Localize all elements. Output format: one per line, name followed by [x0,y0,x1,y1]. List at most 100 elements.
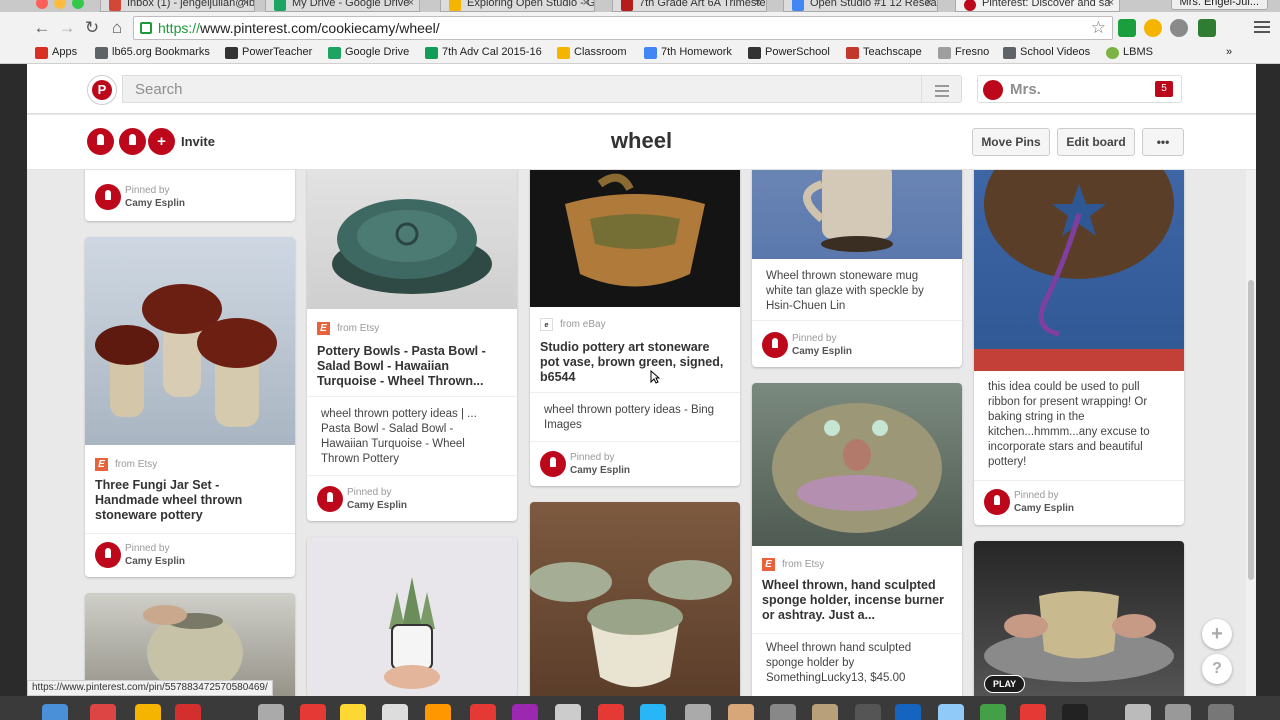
bookmark-classroom[interactable]: Classroom [557,46,627,59]
forward-arrow-icon[interactable]: → [57,18,77,38]
more-options-button[interactable]: ••• [1142,128,1184,156]
browser-tab-open-studio-research[interactable]: Open Studio #1 12 Resear × [783,0,938,12]
pin-card[interactable]: Pinned by Camy Esplin [85,164,295,221]
home-icon[interactable]: ⌂ [107,18,127,38]
help-icon[interactable]: ? [1202,654,1232,684]
minimize-window-icon[interactable] [54,0,66,9]
bookmark-lbms[interactable]: LBMS [1106,46,1153,59]
notification-badge[interactable]: 5 [1155,81,1173,97]
pin-title[interactable]: Three Fungi Jar Set - Handmade wheel thr… [95,478,280,523]
browser-tab-pinterest[interactable]: Pinterest: Discover and sa × [955,0,1120,12]
pin-source[interactable]: Efrom Etsy [95,458,157,471]
move-pins-button[interactable]: Move Pins [972,128,1050,156]
app-icon[interactable] [512,704,538,720]
pin-image-stoneware-pot[interactable] [530,164,740,307]
bookmark-teachscape[interactable]: Teachscape [846,46,922,59]
pin-card[interactable]: Efrom Etsy Three Fungi Jar Set - Handmad… [85,237,295,577]
trash-icon[interactable] [1208,704,1234,720]
app-icon[interactable] [1165,704,1191,720]
bookmark-fresno[interactable]: Fresno [938,46,989,59]
pin-card[interactable]: Wheel thrown stoneware mug white tan gla… [752,164,962,367]
app-icon[interactable] [175,704,201,720]
app-icon[interactable] [1020,704,1046,720]
pin-image-sponge-holder[interactable] [752,383,962,546]
close-tab-icon[interactable]: × [583,0,589,9]
add-pin-icon[interactable]: + [1202,619,1232,649]
app-icon[interactable] [1062,704,1088,720]
bookmark-star-icon[interactable]: ☆ [1091,18,1106,38]
pin-card[interactable]: Efrom Etsy Wheel thrown, hand sculpted s… [752,383,962,696]
stickies-icon[interactable] [340,704,366,720]
app-icon[interactable] [980,704,1006,720]
pin-image-video-throwing[interactable]: PLAY [974,541,1184,696]
pin-card[interactable]: this idea could be used to pull ribbon f… [974,164,1184,525]
close-tab-icon[interactable]: × [1108,0,1114,9]
extension-recycle-icon[interactable] [1170,19,1188,37]
pin-image-speckled-mug[interactable] [752,164,962,259]
app-icon[interactable] [855,704,881,720]
pin-card[interactable] [307,537,517,696]
pin-card[interactable] [530,502,740,696]
app-icon[interactable] [685,704,711,720]
profile-button[interactable]: Mrs. 5 [977,75,1182,103]
pin-title[interactable]: Wheel thrown, hand sculpted sponge holde… [762,578,947,623]
app-icon[interactable] [728,704,754,720]
pin-source[interactable]: Efrom Etsy [317,322,379,335]
pin-source[interactable]: Efrom Etsy [762,558,824,571]
zoom-window-icon[interactable] [72,0,84,9]
bookmark-powerteacher[interactable]: PowerTeacher [225,46,312,59]
back-arrow-icon[interactable]: ← [32,18,52,38]
browser-tab-drive[interactable]: My Drive - Google Drive × [265,0,420,12]
bookmark-7th-homework[interactable]: 7th Homework [644,46,732,59]
play-video-button[interactable]: PLAY [984,675,1026,693]
extension-drive-icon[interactable] [1144,19,1162,37]
pin-image-yarn-bowl[interactable] [974,164,1184,371]
edit-board-button[interactable]: Edit board [1057,128,1135,156]
close-tab-icon[interactable]: × [243,0,249,9]
app-icon[interactable] [895,704,921,720]
pin-image-succulent-planter[interactable] [307,537,517,696]
page-scrollbar[interactable] [1246,170,1256,696]
app-icon[interactable] [938,704,964,720]
bookmark-apps[interactable]: Apps [35,46,77,59]
pin-source[interactable]: e from eBay [540,318,606,331]
extension-pin-icon[interactable] [1198,19,1216,37]
pin-image-mushroom-jars[interactable] [85,237,295,445]
close-tab-icon[interactable]: × [408,0,414,9]
app-icon[interactable] [382,704,408,720]
browser-tab-open-studio[interactable]: Exploring Open Studio - G × [440,0,595,12]
bookmark-school-videos[interactable]: School Videos [1003,46,1090,59]
browser-tab-gmail[interactable]: Inbox (1) - jengeljulian@lb × [100,0,255,12]
bookmark-lb65[interactable]: lb65.org Bookmarks [95,46,210,59]
pin-image-celadon-bowls[interactable] [530,502,740,696]
browser-tab-7th-grade-art[interactable]: 7th Grade Art 6A Trimeste × [612,0,767,12]
bookmark-powerschool[interactable]: PowerSchool [748,46,830,59]
close-tab-icon[interactable]: × [755,0,761,9]
extension-classroom-icon[interactable] [1118,19,1136,37]
downloads-icon[interactable] [1125,704,1151,720]
drive-icon[interactable] [135,704,161,720]
app-icon[interactable] [770,704,796,720]
app-icon[interactable] [555,704,581,720]
close-tab-icon[interactable]: × [926,0,932,9]
pin-image-turquoise-bowls[interactable] [307,164,517,309]
search-input[interactable] [123,76,903,102]
pin-title[interactable]: Pottery Bowls - Pasta Bowl - Salad Bowl … [317,344,502,389]
app-icon[interactable] [425,704,451,720]
browser-profile-button[interactable]: Mrs. Engel-Jul... [1170,0,1268,10]
chrome-menu-icon[interactable] [1254,18,1270,36]
pin-card[interactable]: e from eBay Studio pottery art stoneware … [530,164,740,486]
search-menu-icon[interactable] [921,76,961,102]
app-icon[interactable] [812,704,838,720]
app-icon[interactable] [300,704,326,720]
pinterest-logo-icon[interactable]: P [87,75,117,105]
address-bar[interactable]: https://www.pinterest.com/cookiecamy/whe… [133,16,1113,40]
scrollbar-thumb[interactable] [1248,280,1254,580]
pin-title[interactable]: Studio pottery art stoneware pot vase, b… [540,340,725,385]
app-icon[interactable] [598,704,624,720]
bookmark-google-drive[interactable]: Google Drive [328,46,409,59]
bookmarks-overflow-icon[interactable]: » [1226,46,1232,58]
app-icon[interactable] [640,704,666,720]
pin-card[interactable]: PLAY [974,541,1184,696]
calendar-icon[interactable] [90,704,116,720]
